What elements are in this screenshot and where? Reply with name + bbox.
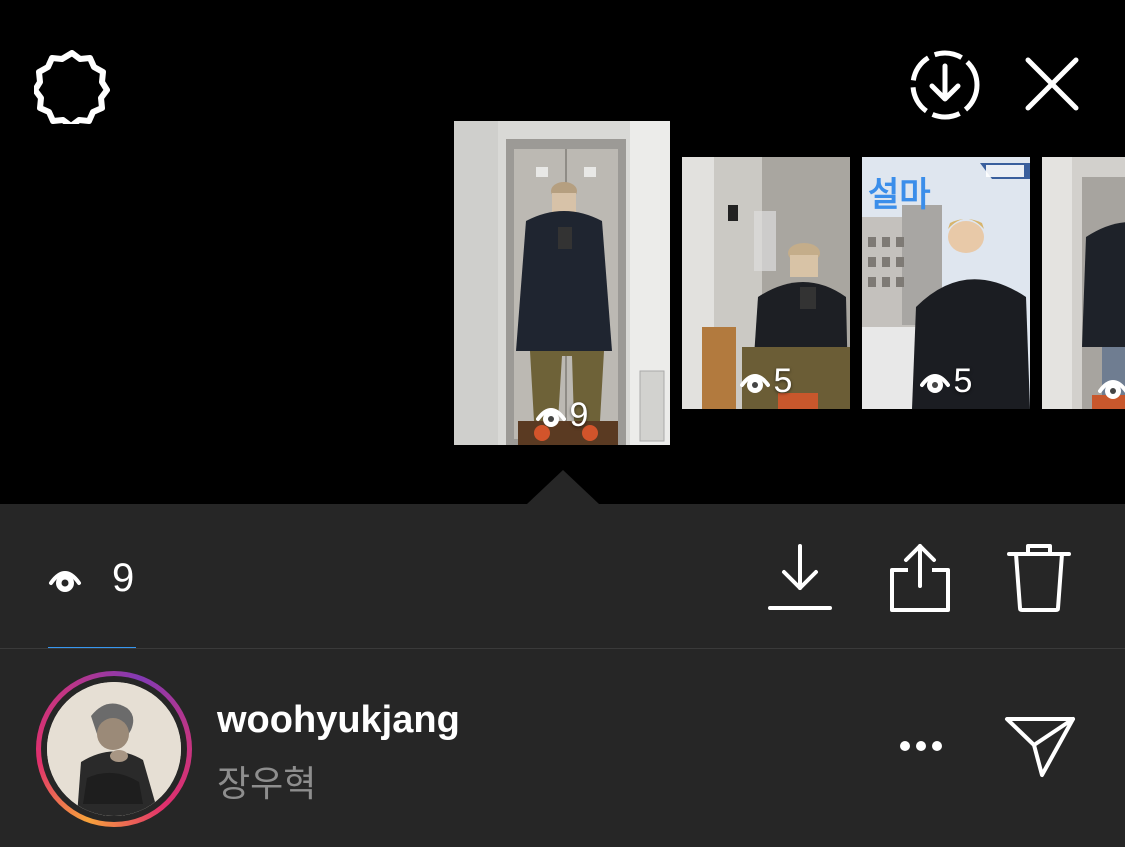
viewer-list-item[interactable]: woohyukjang 장우혁 xyxy=(0,649,1125,847)
story-thumbnail[interactable]: 설마 5 xyxy=(862,157,1030,409)
profile-photo xyxy=(47,682,181,816)
share-button[interactable] xyxy=(888,542,952,619)
eye-icon xyxy=(49,570,81,592)
eye-icon xyxy=(739,373,770,393)
settings-button[interactable] xyxy=(32,50,110,129)
view-count-value: 5 xyxy=(953,362,973,400)
view-count-value: 5 xyxy=(773,362,793,400)
send-icon xyxy=(1005,717,1075,777)
view-count: 9 xyxy=(454,396,670,435)
story-thumbnail-selected[interactable]: 9 xyxy=(454,121,670,445)
delete-button[interactable] xyxy=(1006,542,1072,619)
view-count: 5 xyxy=(862,362,1030,401)
selection-pointer xyxy=(527,470,599,504)
close-icon xyxy=(1025,57,1079,111)
story-thumbnail[interactable]: 5 xyxy=(682,157,850,409)
view-count xyxy=(1042,375,1125,401)
viewers-tab[interactable]: 9 xyxy=(48,556,134,601)
share-icon xyxy=(890,544,950,612)
trash-icon xyxy=(1007,544,1071,612)
download-all-button[interactable] xyxy=(908,48,982,127)
close-button[interactable] xyxy=(1024,56,1080,117)
eye-icon xyxy=(919,373,950,393)
story-archive-header: 9 5 설마 5 xyxy=(0,0,1125,504)
more-options-button[interactable] xyxy=(898,739,944,758)
gear-icon xyxy=(32,50,110,129)
story-image xyxy=(1042,157,1125,409)
story-ring xyxy=(36,671,192,827)
avatar[interactable] xyxy=(47,682,181,816)
send-message-button[interactable] xyxy=(1004,713,1076,784)
download-button[interactable] xyxy=(768,542,832,619)
viewer-count: 9 xyxy=(112,556,135,600)
viewer-full-name: 장우혁 xyxy=(217,764,317,805)
story-thumbnail[interactable] xyxy=(1042,157,1125,409)
view-count: 5 xyxy=(682,362,850,401)
circle-download-icon xyxy=(910,50,980,120)
eye-icon xyxy=(1098,380,1125,399)
more-icon xyxy=(900,741,942,751)
viewer-username[interactable]: woohyukjang xyxy=(217,699,460,742)
story-caption: 설마 xyxy=(868,175,931,215)
download-icon xyxy=(768,544,832,610)
story-insights-panel: 9 woohyukjang 장우혁 xyxy=(0,504,1125,847)
eye-icon xyxy=(535,407,566,427)
view-count-value: 9 xyxy=(569,396,589,434)
